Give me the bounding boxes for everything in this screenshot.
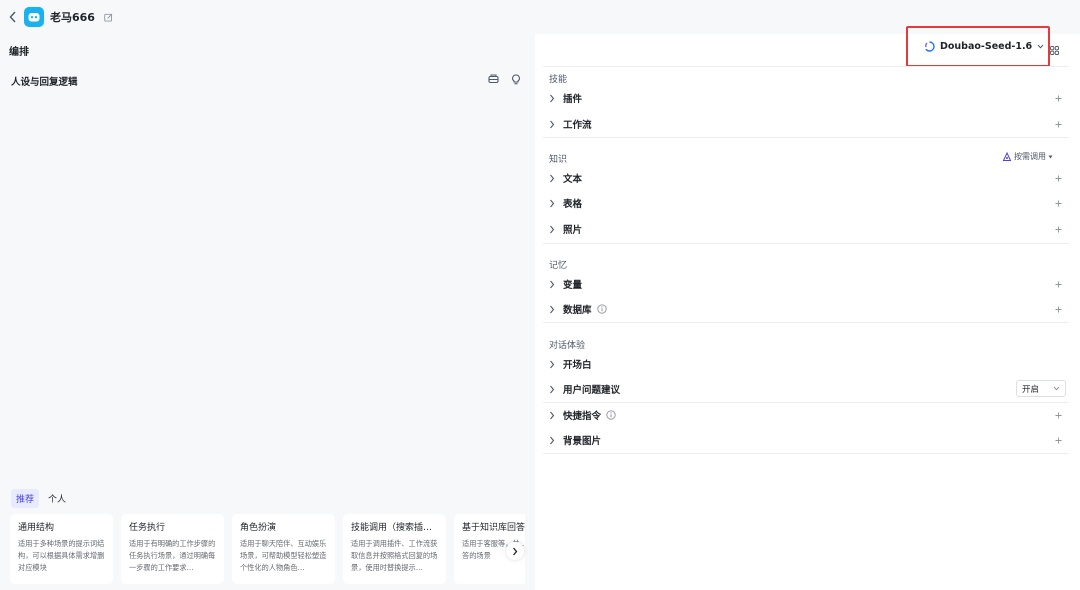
row-question-suggest[interactable]: 用户问题建议 开启	[546, 379, 1068, 399]
model-selector[interactable]: Doubao-Seed-1.6	[924, 41, 1044, 52]
add-workflow-icon[interactable]	[1052, 118, 1064, 130]
call-mode-icon	[1002, 151, 1012, 161]
cards-next-button[interactable]	[506, 542, 524, 560]
add-text-icon[interactable]	[1052, 172, 1064, 184]
template-card[interactable]: 技能调用（搜索插… 适用于调用插件、工作流获取信息并按照格式回复的场景，使用时替…	[343, 514, 446, 584]
row-plugin[interactable]: 插件	[546, 88, 1068, 108]
section-dialog: 对话体验	[549, 341, 586, 351]
model-row: Doubao-Seed-1.6	[535, 26, 1080, 67]
config-panel: Doubao-Seed-1.6 技能 插件 工作流 知识 按需调用 文本 表格	[535, 26, 1080, 590]
chevron-down-icon	[1037, 44, 1044, 49]
template-card-title: 基于知识库回答	[462, 523, 525, 533]
call-mode-label: 按需调用	[1014, 152, 1046, 161]
tab-recommended[interactable]: 推荐	[11, 489, 40, 508]
suggest-toggle-select[interactable]: 开启	[1016, 380, 1066, 397]
chevron-right-icon	[513, 547, 518, 555]
row-label: 文本	[563, 174, 583, 185]
chevron-right-icon	[546, 434, 558, 446]
edit-name-icon[interactable]	[104, 13, 113, 22]
row-background[interactable]: 背景图片	[546, 430, 1068, 450]
template-card[interactable]: 通用结构 适用于多种场景的提示词结构，可以根据具体需求增删对应模块	[10, 514, 113, 584]
template-card-title: 任务执行	[129, 523, 166, 533]
chevron-right-icon	[546, 92, 558, 104]
row-table[interactable]: 表格	[546, 193, 1068, 213]
divider	[543, 66, 1069, 67]
bot-name: 老马666	[50, 11, 95, 24]
info-icon[interactable]	[596, 304, 607, 314]
back-chevron-icon[interactable]	[6, 7, 20, 27]
template-cards: 通用结构 适用于多种场景的提示词结构，可以根据具体需求增删对应模块 任务执行 适…	[10, 514, 525, 584]
row-label: 快捷指令	[563, 411, 602, 422]
chevron-right-icon	[546, 358, 558, 370]
template-card-desc: 适用于聊天陪伴、互动娱乐场景，可帮助模型轻松塑造个性化的人物角色…	[240, 539, 327, 572]
row-opening[interactable]: 开场白	[546, 354, 1068, 374]
template-card[interactable]: 任务执行 适用于有明确的工作步骤的任务执行场景，通过明确每一步骤的工作要求…	[121, 514, 224, 584]
section-skills: 技能	[549, 75, 568, 85]
prompt-section-title: 人设与回复逻辑	[11, 77, 78, 88]
row-label: 工作流	[563, 120, 592, 131]
caret-down-icon	[1048, 155, 1053, 158]
info-icon[interactable]	[606, 410, 616, 420]
divider	[543, 453, 1069, 454]
divider	[543, 322, 1069, 323]
row-label: 数据库	[563, 305, 592, 316]
divider	[543, 137, 1069, 138]
section-memory: 记忆	[549, 261, 568, 271]
doubao-logo-icon	[925, 41, 935, 52]
row-variable[interactable]: 变量	[546, 274, 1068, 294]
template-card-desc: 适用于多种场景的提示词结构，可以根据具体需求增删对应模块	[18, 539, 105, 572]
add-variable-icon[interactable]	[1052, 278, 1064, 290]
section-knowledge: 知识	[549, 155, 568, 165]
chevron-right-icon	[546, 223, 558, 235]
prompt-panel: 编排 人设与回复逻辑 推荐 个人 通用结构 适用于多种场景的提示词结构，可以根据…	[0, 34, 535, 590]
template-tabs: 推荐 个人	[11, 489, 71, 508]
add-shortcut-icon[interactable]	[1052, 409, 1064, 421]
model-name: Doubao-Seed-1.6	[940, 41, 1033, 52]
chevron-right-icon	[546, 172, 558, 184]
row-label: 插件	[563, 94, 583, 105]
row-label: 表格	[563, 199, 583, 210]
tab-personal[interactable]: 个人	[43, 489, 71, 508]
row-label: 用户问题建议	[563, 385, 621, 396]
bot-avatar[interactable]	[24, 7, 44, 27]
chevron-right-icon	[546, 303, 558, 315]
row-label: 照片	[563, 225, 583, 236]
template-card[interactable]: 角色扮演 适用于聊天陪伴、互动娱乐场景，可帮助模型轻松塑造个性化的人物角色…	[232, 514, 335, 584]
row-shortcut[interactable]: 快捷指令	[546, 405, 1068, 425]
chevron-down-icon	[1053, 386, 1060, 391]
add-plugin-icon[interactable]	[1052, 92, 1064, 104]
model-settings-icon[interactable]	[1047, 43, 1061, 57]
prompt-tools	[486, 72, 523, 86]
add-table-icon[interactable]	[1052, 197, 1064, 209]
divider	[543, 402, 1069, 403]
divider	[543, 243, 1069, 244]
chevron-right-icon	[546, 383, 558, 395]
add-database-icon[interactable]	[1052, 303, 1064, 315]
row-label: 变量	[563, 280, 583, 291]
chevron-right-icon	[546, 278, 558, 290]
add-photo-icon[interactable]	[1052, 223, 1064, 235]
template-card-desc: 适用于调用插件、工作流获取信息并按照格式回复的场景，使用时替换提示…	[351, 539, 438, 572]
chevron-right-icon	[546, 197, 558, 209]
add-background-icon[interactable]	[1052, 434, 1064, 446]
template-card-title: 通用结构	[18, 523, 55, 533]
robot-face-icon	[28, 13, 40, 22]
row-label: 开场白	[563, 360, 592, 371]
optimize-bulb-icon[interactable]	[509, 72, 523, 86]
row-database[interactable]: 数据库	[546, 299, 1068, 319]
toggle-value: 开启	[1022, 384, 1040, 395]
row-text[interactable]: 文本	[546, 168, 1068, 188]
panel-title: 编排	[9, 47, 29, 58]
template-card-desc: 适用于有明确的工作步骤的任务执行场景，通过明确每一步骤的工作要求…	[129, 539, 216, 572]
row-workflow[interactable]: 工作流	[546, 114, 1068, 134]
row-label: 背景图片	[563, 436, 602, 447]
chevron-right-icon	[546, 409, 558, 421]
template-card-title: 技能调用（搜索插…	[351, 523, 433, 533]
knowledge-call-mode[interactable]: 按需调用	[1002, 151, 1053, 162]
chevron-right-icon	[546, 118, 558, 130]
row-photo[interactable]: 照片	[546, 219, 1068, 239]
prompt-library-icon[interactable]	[486, 72, 500, 86]
template-card-title: 角色扮演	[240, 523, 277, 533]
